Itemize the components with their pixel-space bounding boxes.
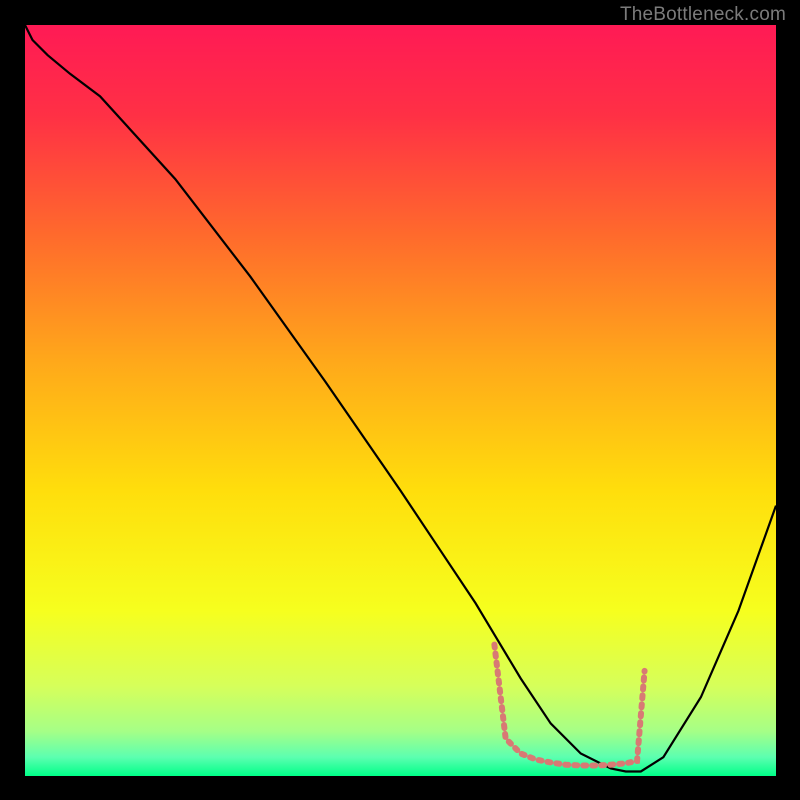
plot-frame <box>25 25 776 776</box>
chart-svg <box>25 25 776 776</box>
attribution-text: TheBottleneck.com <box>620 4 786 26</box>
